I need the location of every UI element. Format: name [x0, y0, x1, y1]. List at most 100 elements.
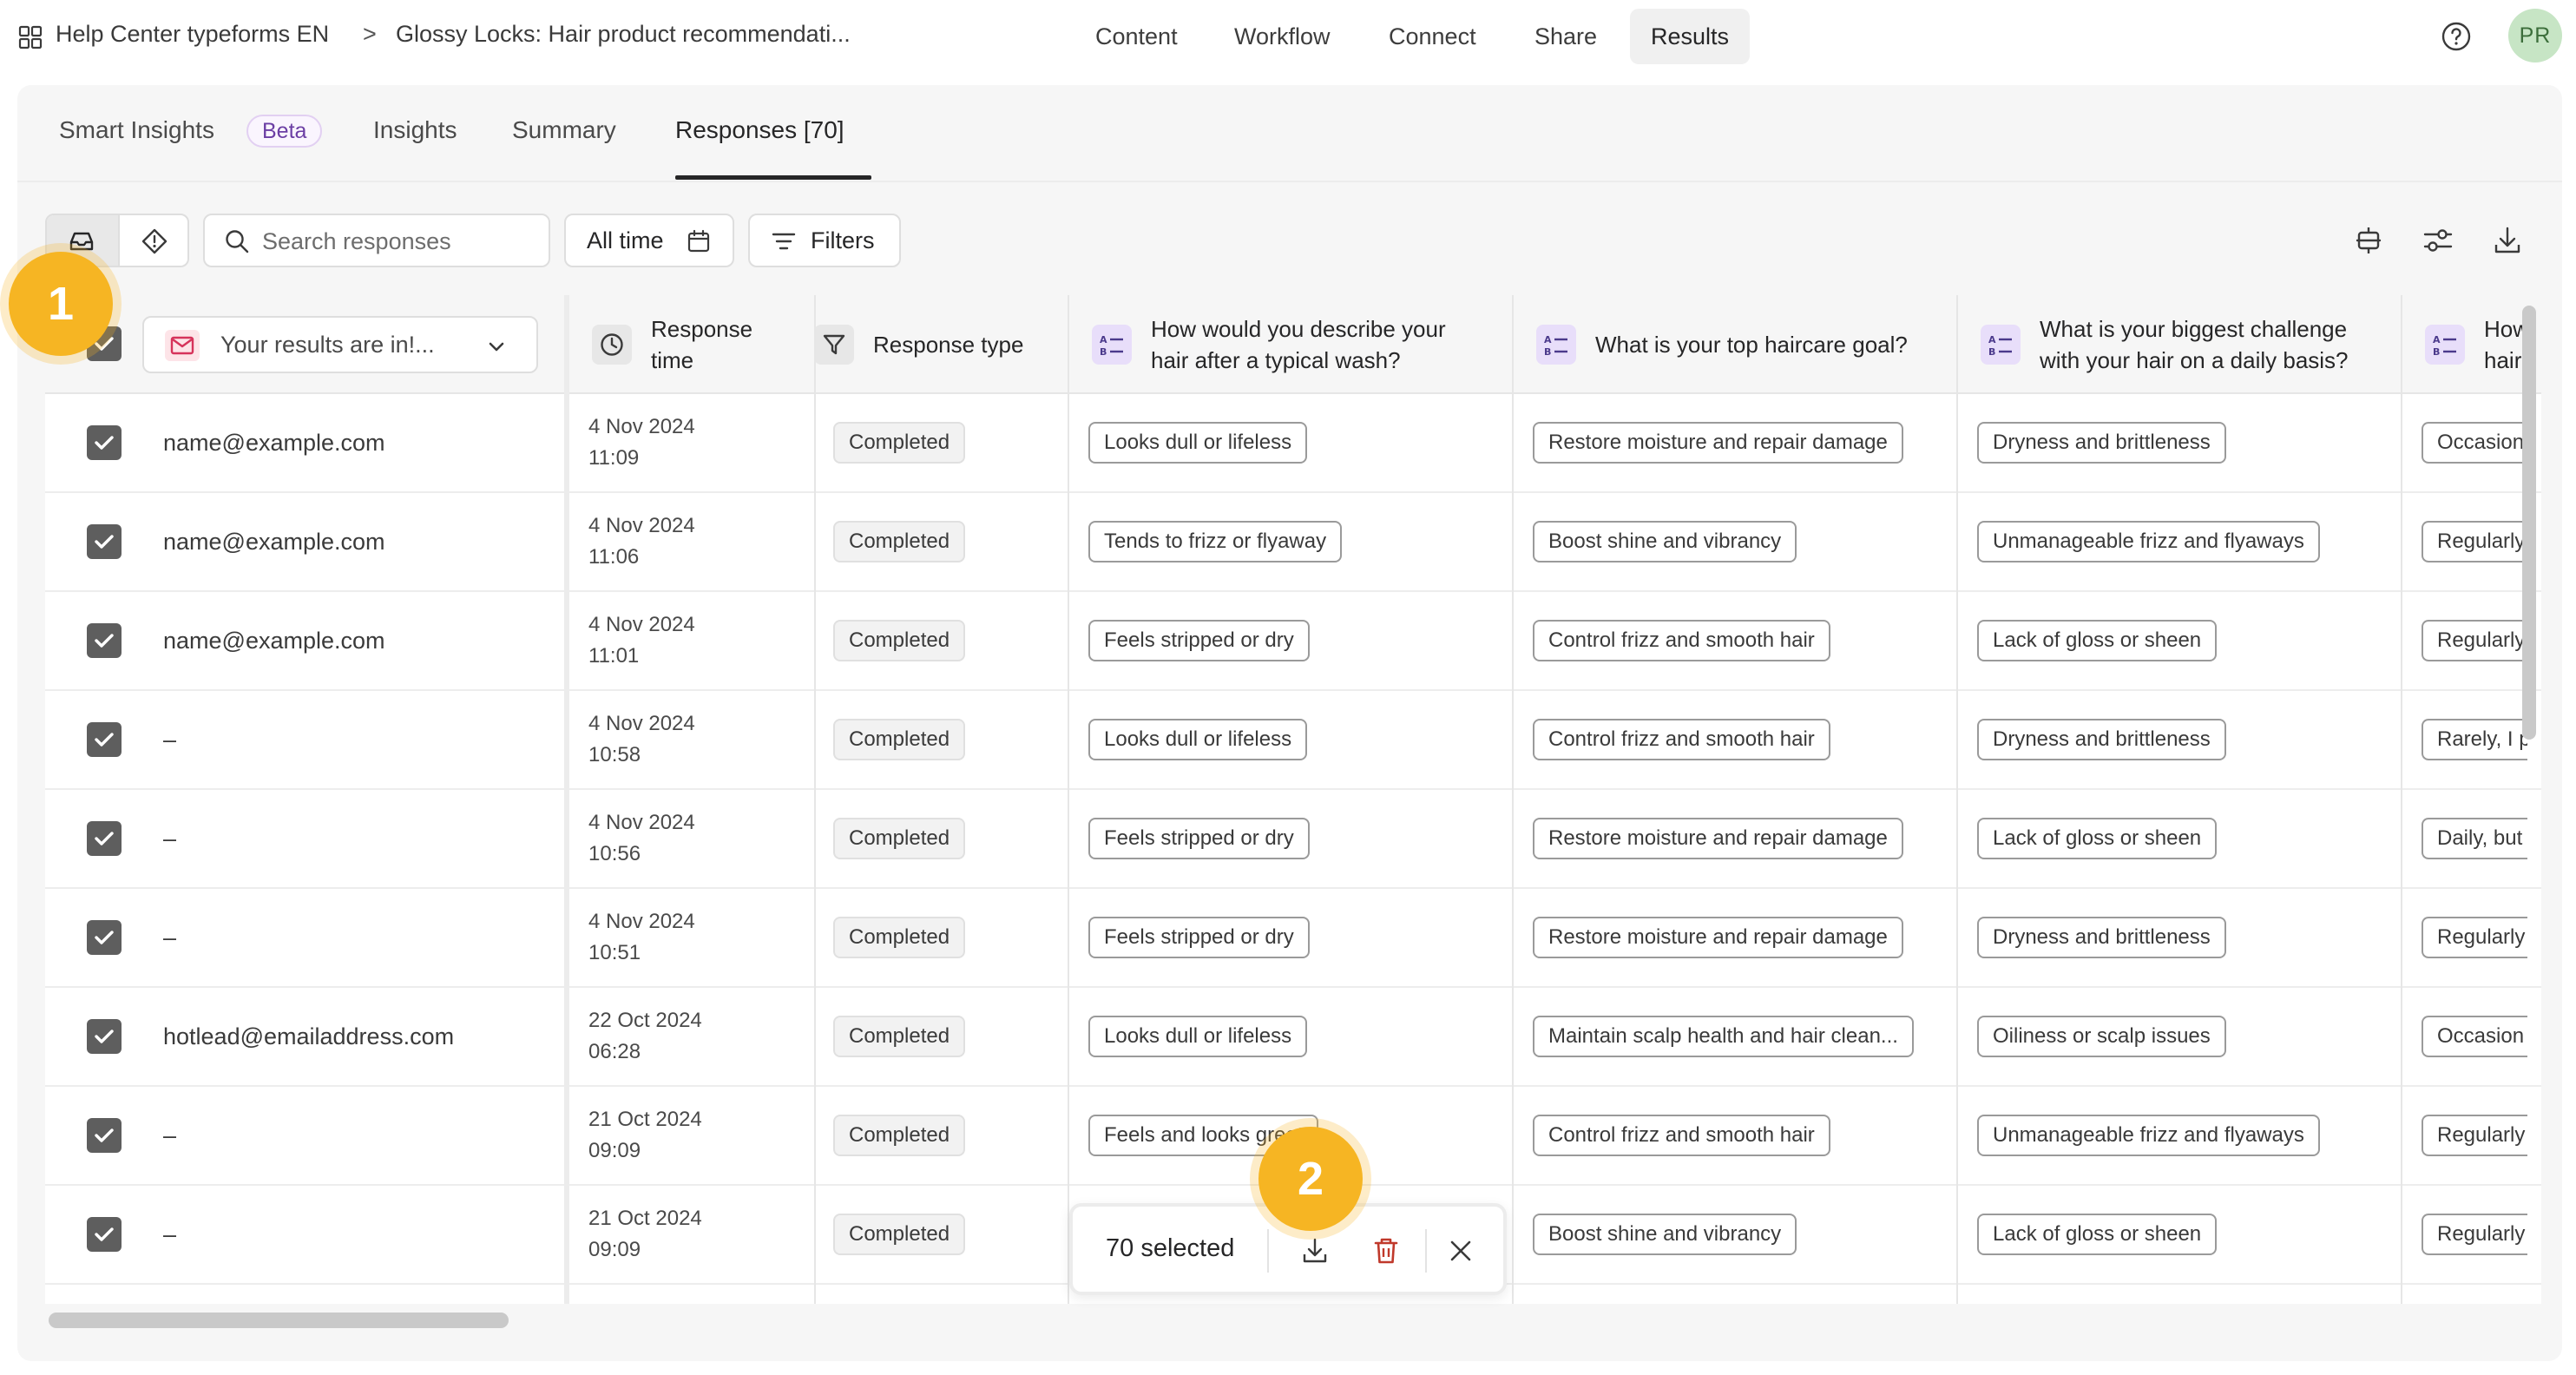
header-response-time[interactable]: Response time [592, 295, 818, 394]
respondent-email: name@example.com [163, 429, 385, 456]
breadcrumb-form-title[interactable]: Glossy Locks: Hair product recommendati.… [396, 21, 851, 48]
answer-tag: Occasion [2422, 422, 2527, 464]
tab-responses[interactable]: Responses [70] [675, 116, 844, 144]
avatar[interactable]: PR [2508, 9, 2562, 62]
status-badge: Completed [833, 917, 966, 958]
vertical-scrollbar[interactable] [2522, 306, 2536, 740]
header-question-2[interactable]: AB What is your top haircare goal? [1536, 295, 1953, 394]
answer-cell-q4: Rarely, I p [2422, 691, 2527, 788]
row-checkbox[interactable] [87, 1217, 122, 1252]
trash-icon[interactable] [1371, 1236, 1401, 1266]
answer-cell-q3: Dryness and brittleness [1977, 889, 2226, 986]
answer-cell-q1: Feels stripped or dry [1088, 592, 1310, 689]
response-clock: 11:01 [588, 644, 640, 668]
row-checkbox[interactable] [87, 821, 122, 856]
beta-badge: Beta [246, 115, 323, 148]
respondent-email: – [163, 924, 177, 951]
svg-text:A: A [2433, 334, 2441, 345]
tag-view-button[interactable] [118, 215, 187, 266]
answer-tag: Dryness and brittleness [1977, 422, 2226, 464]
header-question-1[interactable]: AB How would you describe your hair afte… [1092, 295, 1508, 394]
tab-smart-insights[interactable]: Smart Insights [59, 116, 214, 144]
table-row[interactable]: hotlead@emailaddress.com 22 Oct 2024 06:28… [45, 988, 2541, 1087]
table-row[interactable]: name@example.com 4 Nov 2024 11:06 Completed… [45, 493, 2541, 592]
tab-insights[interactable]: Insights [373, 116, 457, 144]
time-filter-button[interactable]: All time [564, 214, 734, 267]
filters-button[interactable]: Filters [748, 214, 901, 267]
breadcrumb-workspace[interactable]: Help Center typeforms EN [56, 21, 329, 48]
response-type-cell: Completed [833, 1186, 966, 1283]
tab-summary[interactable]: Summary [512, 116, 616, 144]
nav-share[interactable]: Share [1514, 9, 1618, 64]
horizontal-scrollbar[interactable] [49, 1312, 509, 1328]
nav-content[interactable]: Content [1074, 9, 1199, 64]
response-clock: 09:09 [588, 1139, 641, 1162]
answer-tag: Occasion [2422, 1016, 2527, 1057]
row-checkbox[interactable] [87, 1118, 122, 1153]
close-icon[interactable] [1446, 1236, 1475, 1266]
answer-tag: Unmanageable frizz and flyaways [1977, 521, 2320, 562]
download-icon[interactable] [1300, 1236, 1330, 1266]
response-time-cell: 4 Nov 2024 11:06 [588, 493, 695, 590]
row-checkbox[interactable] [87, 623, 122, 658]
status-badge: Completed [833, 1115, 966, 1156]
answer-cell-q1: Feels stripped or dry [1088, 889, 1310, 986]
respondent-email: – [163, 825, 177, 852]
nav-results[interactable]: Results [1630, 9, 1751, 64]
multiple-choice-icon: AB [2425, 325, 2465, 365]
sliders-icon[interactable] [2422, 224, 2454, 257]
apps-grid-icon[interactable] [17, 24, 43, 50]
table-row[interactable]: name@example.com 4 Nov 2024 11:09 Completed… [45, 394, 2541, 493]
header-question-3[interactable]: AB What is your biggest challenge with y… [1981, 295, 2406, 394]
table-row[interactable]: name@example.com 4 Nov 2024 11:01 Completed… [45, 592, 2541, 691]
respondent-email: – [163, 726, 177, 753]
tag-diamond-icon [141, 228, 168, 254]
table-row[interactable]: – 4 Nov 2024 10:56 Completed Feels stripped … [45, 790, 2541, 889]
results-column-dropdown[interactable]: Your results are in!... [142, 316, 538, 373]
table-row[interactable]: – 4 Nov 2024 10:58 Completed Looks dull or l… [45, 691, 2541, 790]
row-checkbox[interactable] [87, 524, 122, 559]
header-response-type[interactable]: Response type [814, 295, 1074, 394]
row-checkbox[interactable] [87, 425, 122, 460]
check-icon [95, 1227, 114, 1241]
answer-cell-q4: Occasion [2422, 988, 2527, 1085]
clock-icon [592, 325, 632, 365]
search-input[interactable] [262, 224, 540, 259]
answer-tag: Regularly [2422, 620, 2527, 661]
top-bar: Help Center typeforms EN > Glossy Locks:… [0, 0, 2576, 73]
response-type-cell: Completed [833, 493, 966, 590]
svg-text:B: B [2433, 346, 2440, 358]
selected-count: 70 selected [1106, 1234, 1235, 1262]
chevron-down-icon [489, 342, 504, 352]
row-checkbox[interactable] [87, 1019, 122, 1054]
help-icon[interactable] [2441, 21, 2472, 52]
header-question-3-label: What is your biggest challenge with your… [2040, 316, 2349, 373]
answer-cell-q2: Boost shine and vibrancy [1533, 493, 1797, 590]
row-checkbox[interactable] [87, 722, 122, 757]
response-clock: 09:09 [588, 1238, 641, 1261]
respondent-email: – [163, 1220, 177, 1247]
answer-tag: Unmanageable frizz and flyaways [1977, 1115, 2320, 1156]
status-badge: Completed [833, 719, 966, 760]
filter-icon [772, 233, 796, 250]
response-clock: 11:09 [588, 446, 640, 470]
row-height-icon[interactable] [2352, 224, 2385, 257]
answer-cell-q1: Looks dull or lifeless [1088, 988, 1308, 1085]
column-divider [814, 295, 816, 1304]
answer-cell-q2: Control frizz and smooth hair [1533, 1087, 1830, 1184]
table-row[interactable]: – 4 Nov 2024 10:51 Completed Feels stripped … [45, 889, 2541, 988]
response-time-cell: 4 Nov 2024 10:56 [588, 790, 695, 887]
answer-cell-q2: Restore moisture and repair damage [1533, 889, 1903, 986]
check-icon [95, 1030, 114, 1043]
nav-workflow[interactable]: Workflow [1213, 9, 1351, 64]
active-tab-underline [675, 175, 871, 180]
search-icon [226, 230, 249, 253]
row-checkbox[interactable] [87, 920, 122, 955]
column-divider [2401, 295, 2402, 1304]
answer-cell-q4: Regularly [2422, 889, 2527, 986]
download-icon[interactable] [2491, 224, 2524, 257]
step-marker-1: 1 [9, 252, 113, 356]
header-question-1-label: How would you describe your hair after a… [1151, 316, 1446, 373]
svg-text:B: B [1544, 346, 1551, 358]
nav-connect[interactable]: Connect [1368, 9, 1497, 64]
